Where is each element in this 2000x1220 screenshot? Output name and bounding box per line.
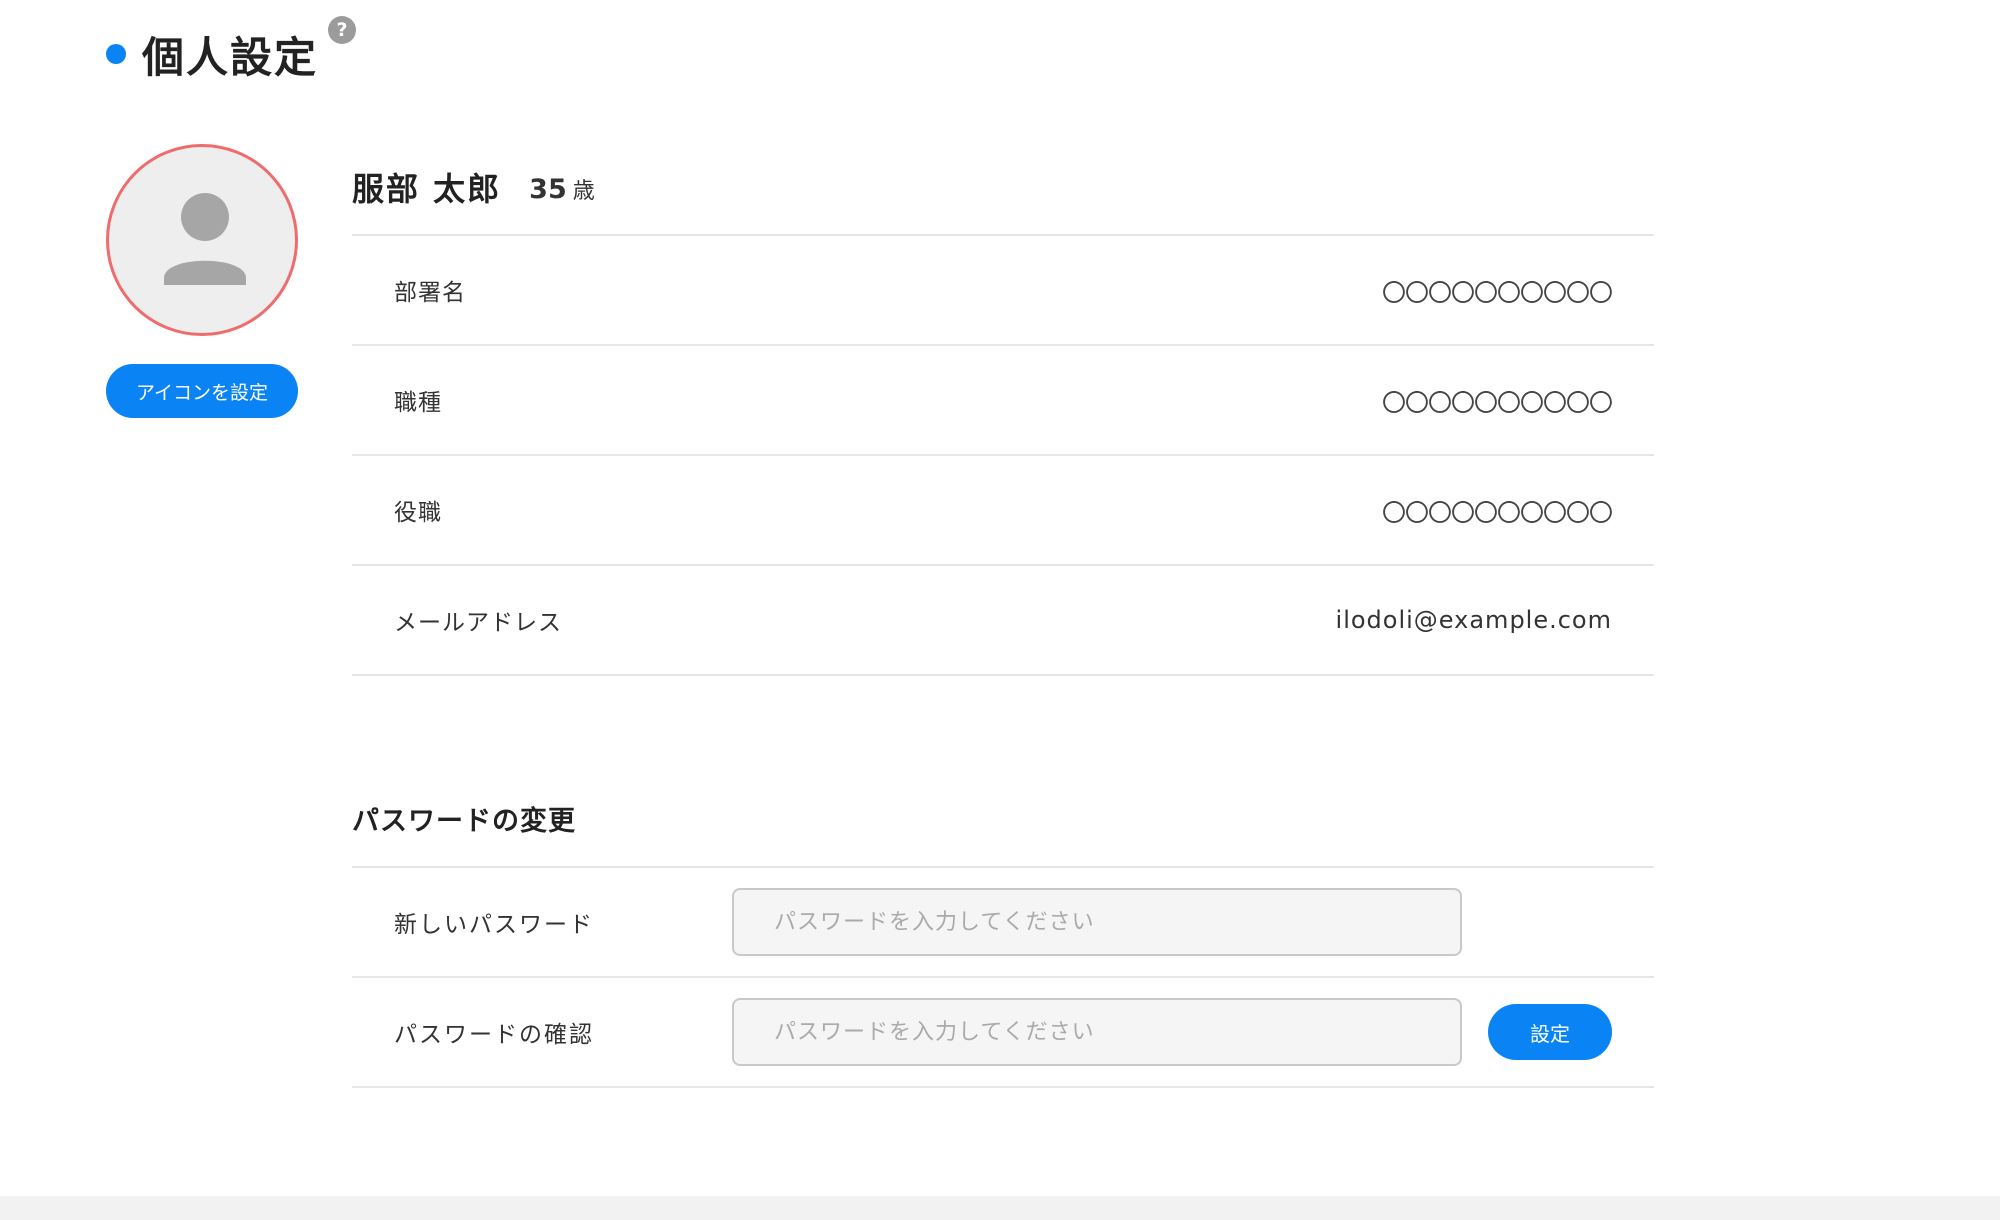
info-label: 部署名 xyxy=(394,280,466,306)
info-row-department: 部署名 〇〇〇〇〇〇〇〇〇〇 xyxy=(352,236,1654,346)
info-value: 〇〇〇〇〇〇〇〇〇〇 xyxy=(1382,278,1613,307)
avatar xyxy=(106,144,298,336)
page-title: 個人設定 xyxy=(142,32,319,82)
name-line: 服部 太郎 35 歳 xyxy=(352,140,1654,236)
footer-band xyxy=(0,1196,2000,1220)
personal-settings-page: 個人設定 ? アイコンを設定 服部 太郎 35 歳 部署名 〇〇〇〇〇〇〇〇〇〇… xyxy=(0,0,2000,1220)
new-password-row: 新しいパスワード xyxy=(352,868,1654,978)
new-password-label: 新しいパスワード xyxy=(394,912,594,938)
question-circle-icon[interactable]: ? xyxy=(328,16,356,44)
page-heading: 個人設定 xyxy=(106,18,318,90)
info-label: メールアドレス xyxy=(394,610,562,636)
new-password-input[interactable] xyxy=(732,888,1462,956)
info-row-email: メールアドレス ilodoli@example.com xyxy=(352,566,1654,676)
user-silhouette-icon xyxy=(164,193,246,285)
section-title-line: パスワードの変更 xyxy=(352,770,1654,868)
set-icon-button[interactable]: アイコンを設定 xyxy=(106,364,298,418)
profile-info: 服部 太郎 35 歳 部署名 〇〇〇〇〇〇〇〇〇〇 職種 〇〇〇〇〇〇〇〇〇〇 … xyxy=(352,140,1654,676)
email-value: ilodoli@example.com xyxy=(1335,606,1612,634)
info-value: 〇〇〇〇〇〇〇〇〇〇 xyxy=(1382,388,1613,417)
confirm-password-label: パスワードの確認 xyxy=(394,1022,594,1048)
age-value: 35 xyxy=(529,174,567,205)
section-title: パスワードの変更 xyxy=(352,805,576,837)
info-row-job-type: 職種 〇〇〇〇〇〇〇〇〇〇 xyxy=(352,346,1654,456)
password-change-section: パスワードの変更 新しいパスワード パスワードの確認 設定 xyxy=(352,770,1654,1088)
age-unit: 歳 xyxy=(572,179,595,204)
set-password-button[interactable]: 設定 xyxy=(1488,1004,1612,1060)
info-value: 〇〇〇〇〇〇〇〇〇〇 xyxy=(1382,498,1613,527)
info-label: 役職 xyxy=(394,500,442,526)
age: 35 歳 xyxy=(529,173,595,205)
bullet-dot-icon xyxy=(106,44,126,64)
confirm-password-row: パスワードの確認 設定 xyxy=(352,978,1654,1088)
info-row-position: 役職 〇〇〇〇〇〇〇〇〇〇 xyxy=(352,456,1654,566)
confirm-password-input[interactable] xyxy=(732,998,1462,1066)
user-name: 服部 太郎 xyxy=(352,170,502,208)
info-label: 職種 xyxy=(394,390,442,416)
